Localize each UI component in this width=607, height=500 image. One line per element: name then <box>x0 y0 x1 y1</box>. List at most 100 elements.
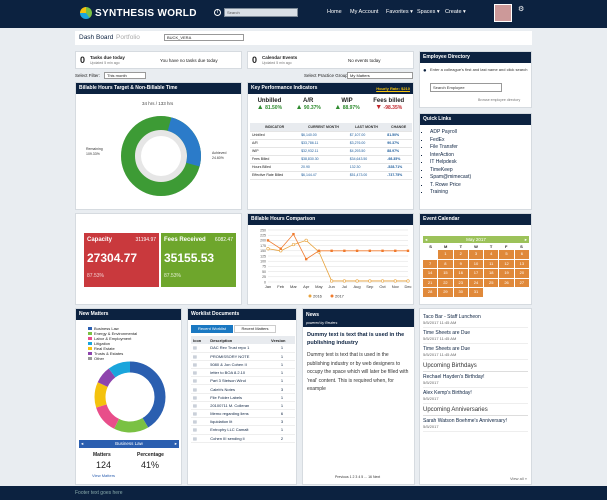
worklist-row[interactable]: ▤ 5080 & Jon Cohen II 1 <box>191 360 295 370</box>
calendar-day[interactable]: 15 <box>438 269 453 278</box>
calendar-day[interactable]: 1 <box>438 250 453 259</box>
calendar-day[interactable]: 5 <box>499 250 514 259</box>
calendar-day[interactable]: 24 <box>468 278 484 287</box>
worklist-row[interactable]: ▤ File Folder Labels 1 <box>191 393 295 402</box>
nav-spaces[interactable]: Spaces ▾ <box>417 9 440 15</box>
calendar-day[interactable]: 13 <box>514 259 529 268</box>
worklist-row[interactable]: ▤ 20100711 M. Colleran 1 <box>191 401 295 411</box>
nav-home[interactable]: Home <box>327 9 342 15</box>
calendar-day[interactable]: 8 <box>438 259 453 268</box>
worklist-row[interactable]: ▤ DAC Rev Trust repo 11 <box>191 344 295 353</box>
user-select[interactable]: BUCK_VERA <box>164 34 244 41</box>
browse-directory-link[interactable]: Browse employee directory <box>478 98 520 102</box>
chevron-right-icon[interactable]: ▸ <box>175 440 177 448</box>
event-item[interactable]: Time Sheets are Due 5/5/2017 11:45 AM <box>423 328 528 344</box>
avatar[interactable] <box>494 4 512 22</box>
worklist-description[interactable]: File Folder Labels <box>208 393 270 402</box>
worklist-description[interactable]: 20100711 M. Colleran <box>208 401 270 411</box>
calendar-day[interactable]: 30 <box>453 288 468 297</box>
search-input[interactable]: Search <box>224 8 298 17</box>
practice-group-select[interactable]: My Matters <box>347 72 413 79</box>
calendar-day[interactable]: 31 <box>468 288 484 297</box>
event-item[interactable]: Time Sheets are Due 5/5/2017 11:45 AM <box>423 344 528 360</box>
calendar-day[interactable]: 19 <box>499 269 514 278</box>
worklist-row[interactable]: ▤ PROMISSORY NOTE 1 <box>191 352 295 361</box>
calendar-day[interactable]: 27 <box>514 278 529 287</box>
tab-recent-matters[interactable]: Recent Matters <box>234 325 276 333</box>
calendar-day[interactable]: 29 <box>438 288 453 297</box>
calendar-day[interactable]: 28 <box>423 288 438 297</box>
calendar-day[interactable]: 17 <box>468 269 484 278</box>
calendar-day[interactable]: 6 <box>514 250 529 259</box>
calendar-day[interactable]: 4 <box>484 250 499 259</box>
gear-icon[interactable]: ⚙ <box>518 5 524 13</box>
view-all-link[interactable]: View all » <box>510 476 527 481</box>
calendar-day[interactable]: 18 <box>484 269 499 278</box>
tab-recent-worklist[interactable]: Recent Worklist <box>191 325 233 333</box>
chevron-right-icon[interactable]: ▸ <box>525 236 527 243</box>
employee-search-input[interactable]: Search Employee <box>430 83 502 92</box>
worklist-row[interactable]: ▤ letter to BOA 8.2.10 1 <box>191 368 295 378</box>
logo[interactable]: SYNTHESIS WORLD <box>80 7 197 19</box>
calendar-day[interactable]: 16 <box>453 269 468 278</box>
chevron-left-icon[interactable]: ◂ <box>425 236 427 243</box>
worklist-row[interactable]: ▤ Cohen III sending li 2 <box>191 434 295 443</box>
nav-create[interactable]: Create ▾ <box>445 9 466 15</box>
quick-link[interactable]: Training <box>430 189 531 197</box>
worklist-row[interactable]: ▤ liquidation lit 3 <box>191 417 295 427</box>
calendar-day[interactable]: 14 <box>423 269 438 278</box>
calendar-day[interactable]: 22 <box>438 278 453 287</box>
worklist-description[interactable]: 5080 & Jon Cohen II <box>208 360 270 370</box>
hourly-rate[interactable]: Hourly Rate: $210 <box>376 83 410 94</box>
calendar-day[interactable]: 9 <box>453 259 468 268</box>
calendar-day[interactable]: 20 <box>514 269 529 278</box>
worklist-description[interactable]: letter to BOA 8.2.10 <box>208 368 270 378</box>
x-tick-label: Jan <box>265 284 271 289</box>
worklist-description[interactable]: PROMISSORY NOTE <box>208 352 270 361</box>
news-headline[interactable]: Dummy text is text that is used in the p… <box>303 327 414 351</box>
nav-favorites[interactable]: Favorites ▾ <box>386 9 413 15</box>
quick-link[interactable]: IT Helpdesk <box>430 159 531 167</box>
pager[interactable]: Previous 1 2 3 4 5 ... 16 Next <box>335 475 380 479</box>
calendar-day[interactable]: 10 <box>468 259 484 268</box>
worklist-description[interactable]: Caleb's Notes <box>208 384 270 394</box>
event-item[interactable]: Rechael Hayden's Birthday! 5/5/2017 <box>423 372 528 388</box>
calendar-day[interactable]: 21 <box>423 278 438 287</box>
worklist-description[interactable]: DAC Rev Trust repo 1 <box>208 344 270 353</box>
tab-portfolio[interactable]: Portfolio <box>116 34 140 41</box>
worklist-description[interactable]: Entrophy LLC Camalt <box>208 425 270 435</box>
event-item[interactable]: Alex Kemp's Birthday! 5/5/2017 <box>423 388 528 404</box>
calendar-day[interactable]: 7 <box>423 259 438 268</box>
worklist-description[interactable]: Cohen III sending li <box>208 434 270 443</box>
quick-link[interactable]: InterAction <box>430 152 531 160</box>
calendar-day[interactable]: 12 <box>499 259 514 268</box>
calendar-day[interactable]: 23 <box>453 278 468 287</box>
tab-dashboard[interactable]: Dash Board <box>79 34 113 41</box>
quick-link[interactable]: TimeKeep <box>430 167 531 175</box>
worklist-row[interactable]: ▤ Memo regarding liens 6 <box>191 409 295 419</box>
calendar-day[interactable]: 11 <box>484 259 499 268</box>
worklist-row[interactable]: ▤ Part 3 Stetson Wind 1 <box>191 376 295 386</box>
quick-link[interactable]: T. Rowe Price <box>430 182 531 190</box>
worklist-row[interactable]: ▤ Caleb's Notes 3 <box>191 384 295 394</box>
calendar-day[interactable]: 25 <box>484 278 499 287</box>
worklist-description[interactable]: Part 3 Stetson Wind <box>208 376 270 386</box>
calendar-day[interactable]: 2 <box>453 250 468 259</box>
matter-selector[interactable]: ◂ Business Law ▸ <box>79 440 179 448</box>
calendar-day[interactable]: 3 <box>468 250 484 259</box>
event-item[interactable]: Taco Bar - Staff Luncheon 5/5/2017 11:45 … <box>423 312 528 328</box>
worklist-description[interactable]: Memo regarding liens <box>208 409 270 419</box>
chevron-left-icon[interactable]: ◂ <box>81 440 83 448</box>
worklist-row[interactable]: ▤ Entrophy LLC Camalt 1 <box>191 425 295 435</box>
quick-link[interactable]: FedEx <box>430 137 531 145</box>
event-item[interactable]: Sarah Watson Boehme's Anniversary! 5/5/20… <box>423 416 528 432</box>
nav-my-account[interactable]: My Account <box>350 9 378 15</box>
info-icon[interactable]: i <box>214 9 221 16</box>
view-matters-link[interactable]: View Matters <box>92 473 115 478</box>
worklist-description[interactable]: liquidation lit <box>208 417 270 427</box>
quick-link[interactable]: File Transfer <box>430 144 531 152</box>
filter-select[interactable]: This month <box>104 72 146 79</box>
calendar-day[interactable]: 26 <box>499 278 514 287</box>
quick-link[interactable]: ADP Payroll <box>430 129 531 137</box>
quick-link[interactable]: Spam@mimecast) <box>430 174 531 182</box>
